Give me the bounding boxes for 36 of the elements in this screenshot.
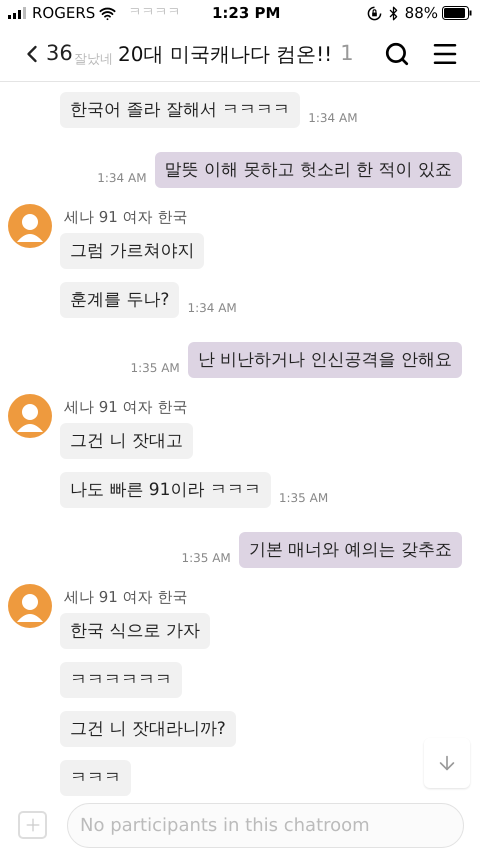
- faded-message: ㅋㅋㅋㅋ: [128, 4, 180, 22]
- avatar-icon: [8, 584, 52, 628]
- avatar-icon: [8, 204, 52, 248]
- chat-title: 20대 미국캐나다 컴온!!: [118, 40, 332, 68]
- sent-message: 기본 매너와 예의는 갖추죠: [238, 532, 462, 568]
- received-message: ㅋㅋㅋ: [60, 760, 131, 796]
- sent-message: 말뜻 이해 못하고 헛소리 한 적이 있죠: [154, 152, 462, 188]
- received-message: 한국 식으로 가자: [60, 613, 210, 649]
- received-message: 나도 빠른 91이라 ㅋㅋㅋ: [60, 472, 271, 508]
- message-time: 1:34 AM: [187, 300, 237, 317]
- search-icon[interactable]: [384, 40, 410, 66]
- carrier-name: ROGERS: [32, 2, 96, 24]
- sender-name: 세나 91 여자 한국: [64, 397, 188, 418]
- message-time: 1:35 AM: [278, 490, 328, 507]
- battery-percent: 88%: [404, 2, 438, 24]
- battery-icon: [442, 6, 472, 20]
- member-count: 1: [340, 40, 354, 67]
- wifi-icon: [99, 4, 116, 22]
- clock: 1:23 PM: [212, 2, 280, 24]
- message-time: 1:35 AM: [181, 550, 231, 567]
- received-message: 한국어 졸라 잘해서 ㅋㅋㅋㅋ: [60, 92, 300, 128]
- sender-name: 세나 91 여자 한국: [64, 207, 188, 228]
- rotation-lock-icon: [366, 6, 382, 20]
- avatar-icon: [8, 394, 52, 438]
- sender-name: 세나 91 여자 한국: [64, 587, 188, 608]
- signal-icon: [8, 7, 28, 19]
- message-time: 1:34 AM: [308, 110, 358, 127]
- received-message: ㅋㅋㅋㅋㅋㅋ: [60, 662, 182, 698]
- faded-message: 잘났네: [74, 51, 113, 69]
- message-time: 1:34 AM: [97, 170, 147, 187]
- received-message: 그건 니 잣대고: [60, 423, 193, 459]
- received-message: 그럼 가르쳐야지: [60, 233, 204, 269]
- received-message: 훈계를 두나?: [60, 282, 180, 318]
- received-message: 그건 니 잣대라니까?: [60, 711, 236, 747]
- sent-message: 난 비난하거나 인신공격을 안해요: [188, 342, 462, 378]
- message-time: 1:35 AM: [130, 360, 180, 377]
